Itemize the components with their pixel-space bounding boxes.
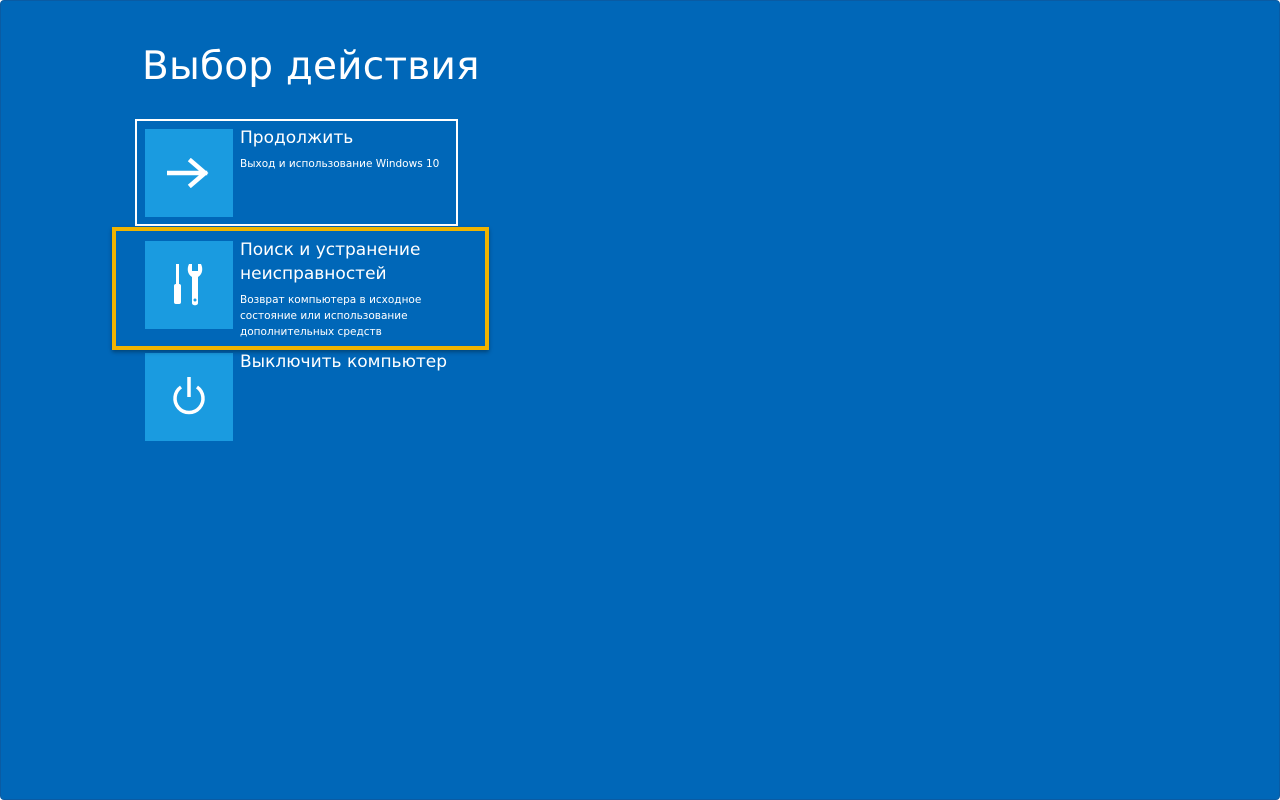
troubleshoot-tile	[145, 241, 233, 329]
arrow-right-icon	[167, 158, 211, 188]
power-icon	[169, 375, 209, 419]
continue-option[interactable]: Продолжить Выход и использование Windows…	[145, 128, 465, 217]
shutdown-option[interactable]: Выключить компьютер	[145, 352, 465, 441]
troubleshoot-label: Поиск и устранение неисправностей	[240, 240, 421, 284]
continue-tile	[145, 129, 233, 217]
shutdown-label: Выключить компьютер	[240, 352, 448, 372]
tools-icon	[171, 262, 207, 308]
continue-label: Продолжить	[240, 128, 354, 148]
page-title: Выбор действия	[142, 44, 480, 89]
troubleshoot-option[interactable]: Поиск и устранение неисправностей Возвра…	[145, 240, 465, 338]
continue-description: Выход и использование Windows 10	[240, 158, 440, 170]
troubleshoot-description: Возврат компьютера в исходное состояние …	[240, 294, 422, 338]
shutdown-tile	[145, 353, 233, 441]
recovery-screen: Выбор действия Продолжить Выход и исполь…	[0, 0, 1280, 800]
